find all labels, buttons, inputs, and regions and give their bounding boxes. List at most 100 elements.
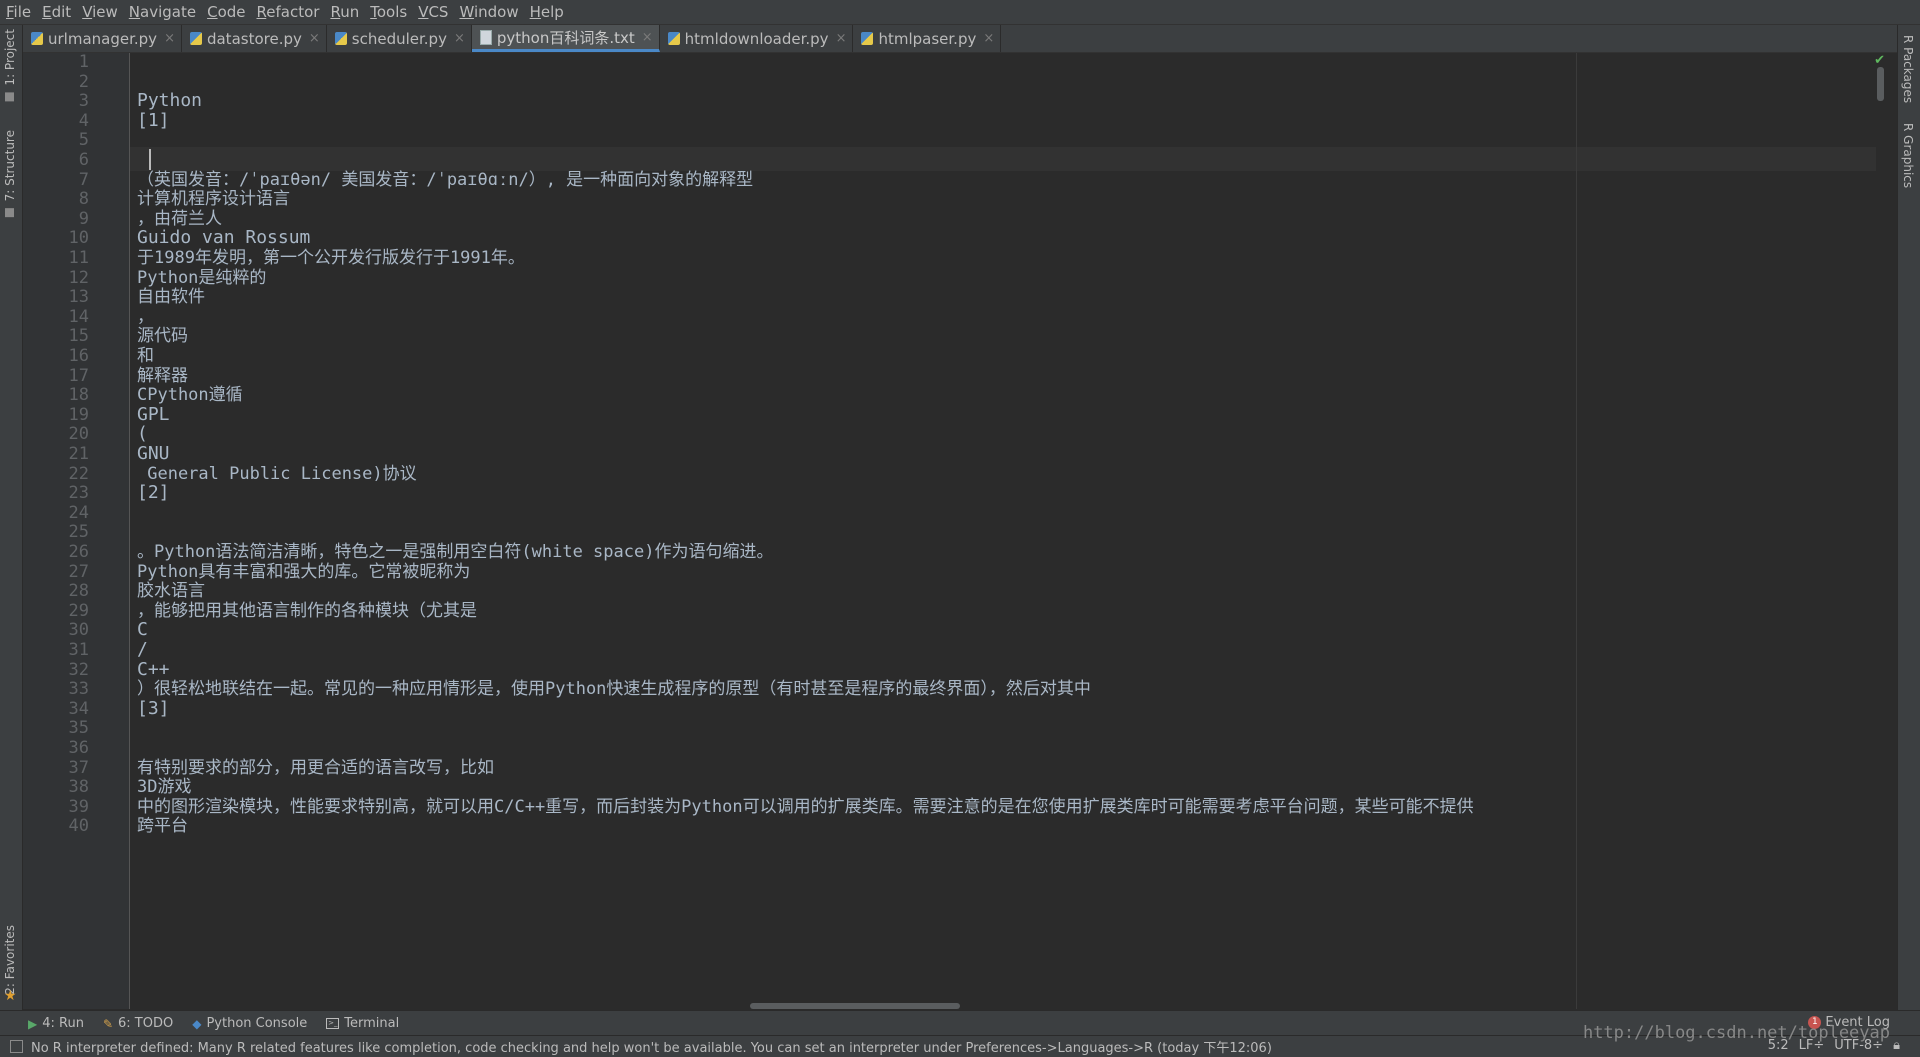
line-number: 15: [68, 326, 89, 347]
inspection-ok-icon: ✔: [1874, 53, 1885, 68]
terminal-tool-button[interactable]: >_ Terminal: [326, 1016, 399, 1031]
line-number: 12: [68, 267, 89, 288]
line-number: 35: [68, 718, 89, 739]
close-icon[interactable]: ×: [164, 31, 175, 46]
menu-item[interactable]: Edit: [36, 0, 76, 24]
menu-label: un: [340, 3, 360, 21]
line-number: 37: [68, 757, 89, 778]
line-number: 31: [68, 640, 89, 660]
menu-label: iew: [92, 3, 118, 21]
menu-label: dit: [51, 3, 72, 21]
menu-item[interactable]: Run: [324, 0, 364, 24]
text-line: ）很轻松地联结在一起。常见的一种应用情形是，使用Python快速生成程序的原型（…: [137, 679, 1091, 700]
line-number: 33: [68, 679, 89, 700]
close-icon[interactable]: ×: [309, 31, 320, 46]
python-console-tool-button[interactable]: ◆ Python Console: [192, 1016, 307, 1031]
line-number: 5: [78, 130, 89, 151]
menu-item[interactable]: Tools: [364, 0, 412, 24]
menu-item[interactable]: Refactor: [251, 0, 325, 24]
run-tool-button[interactable]: ▶ 4: Run: [28, 1016, 84, 1031]
tab-label: htmldownloader.py: [684, 29, 829, 48]
editor-tab-bar: urlmanager.py × datastore.py × scheduler.py ×…: [23, 25, 1897, 53]
line-number: 1: [78, 52, 89, 72]
text-editor[interactable]: ✔ Python [1] （英国发音：/ˈpaɪθən/ 美国发音：/ˈpaɪθɑː…: [130, 53, 1887, 1009]
line-number: 6: [78, 150, 89, 170]
line-number: 26: [68, 542, 89, 562]
line-number: 8: [78, 189, 89, 210]
text-line: General Public License)协议: [137, 463, 417, 484]
menu-label: avigate: [140, 3, 197, 21]
tool-windows-toggle-icon[interactable]: [10, 1040, 23, 1053]
menu-mnemonic: H: [529, 3, 541, 21]
line-number: 9: [78, 208, 89, 229]
favorites-tool-tab[interactable]: 2: Favorites: [3, 925, 17, 995]
editor-tab[interactable]: htmldownloader.py ×: [660, 25, 854, 52]
r-graphics-tool-tab[interactable]: R Graphics: [1901, 123, 1915, 188]
menu-item[interactable]: Code: [201, 0, 250, 24]
line-number: 11: [68, 248, 89, 268]
menu-item[interactable]: View: [76, 0, 123, 24]
editor-tab[interactable]: urlmanager.py ×: [23, 25, 182, 52]
menu-item[interactable]: File: [0, 0, 36, 24]
close-icon[interactable]: ×: [983, 31, 994, 46]
close-icon[interactable]: ×: [642, 30, 653, 45]
tab-label: datastore.py: [206, 29, 302, 48]
close-icon[interactable]: ×: [454, 31, 465, 46]
r-packages-tool-tab[interactable]: R Packages: [1901, 35, 1915, 103]
lock-icon[interactable]: 🔒︎: [1893, 1038, 1900, 1053]
text-file-icon: [479, 29, 492, 45]
close-icon[interactable]: ×: [836, 31, 847, 46]
line-number: 32: [68, 659, 89, 680]
line-number: 10: [68, 228, 89, 249]
vertical-scrollbar-thumb[interactable]: [1877, 67, 1884, 101]
horizontal-scrollbar[interactable]: [750, 1003, 960, 1009]
line-number: 16: [68, 346, 89, 366]
terminal-icon: >_: [326, 1018, 340, 1029]
menu-mnemonic: F: [6, 3, 14, 21]
line-number: 27: [68, 561, 89, 582]
menu-item[interactable]: VCS: [412, 0, 453, 24]
menu-mnemonic: R: [256, 3, 267, 21]
editor-tab[interactable]: htmlpaser.py ×: [853, 25, 1002, 52]
editor-tab[interactable]: scheduler.py ×: [327, 25, 472, 52]
line-number: 21: [68, 444, 89, 464]
line-number: 40: [68, 816, 89, 837]
menu-bar: File Edit View Navigate Code Refactor Run Tools…: [0, 0, 1920, 25]
menu-label: ode: [217, 3, 246, 21]
vertical-scrollbar-track[interactable]: ✔: [1874, 53, 1887, 1009]
text-line: [3]: [137, 697, 170, 719]
line-number: 20: [68, 424, 89, 445]
structure-tool-tab[interactable]: 7: Structure: [3, 130, 17, 218]
python-file-icon: [31, 32, 43, 45]
editor-tab[interactable]: python百科词条.txt ×: [471, 25, 660, 52]
line-number: 18: [68, 385, 89, 406]
line-number: 28: [68, 581, 89, 602]
menu-mnemonic: E: [42, 3, 52, 21]
structure-icon: [5, 208, 15, 218]
menu-item[interactable]: Help: [524, 0, 569, 24]
tab-label: scheduler.py: [351, 29, 447, 48]
run-icon: ▶: [28, 1016, 38, 1031]
line-number: 24: [68, 502, 89, 523]
line-number: 19: [68, 404, 89, 425]
line-number: 7: [78, 169, 89, 190]
status-message[interactable]: No R interpreter defined: Many R related…: [31, 1037, 1272, 1056]
tab-label: python百科词条.txt: [496, 28, 635, 47]
menu-mnemonic: W: [459, 3, 474, 21]
line-number: 38: [68, 777, 89, 798]
menu-item[interactable]: Navigate: [123, 0, 201, 24]
editor-tab[interactable]: datastore.py ×: [182, 25, 327, 52]
menu-mnemonic: T: [370, 3, 377, 21]
line-number: 13: [68, 287, 89, 308]
python-file-icon: [334, 32, 347, 45]
project-tool-tab[interactable]: 1: Project: [3, 29, 17, 102]
line-number: 3: [78, 91, 89, 112]
menu-mnemonic: N: [128, 3, 141, 21]
menu-item[interactable]: Window: [453, 0, 523, 24]
todo-tool-button[interactable]: ✎ 6: TODO: [103, 1016, 173, 1031]
menu-label: indow: [473, 3, 519, 21]
text-line: 中的图形渲染模块，性能要求特别高，就可以用C/C++重写，而后封装为Python…: [137, 796, 1474, 817]
line-number: 22: [68, 463, 89, 484]
line-number: 25: [68, 522, 89, 543]
line-number: 17: [68, 365, 89, 386]
